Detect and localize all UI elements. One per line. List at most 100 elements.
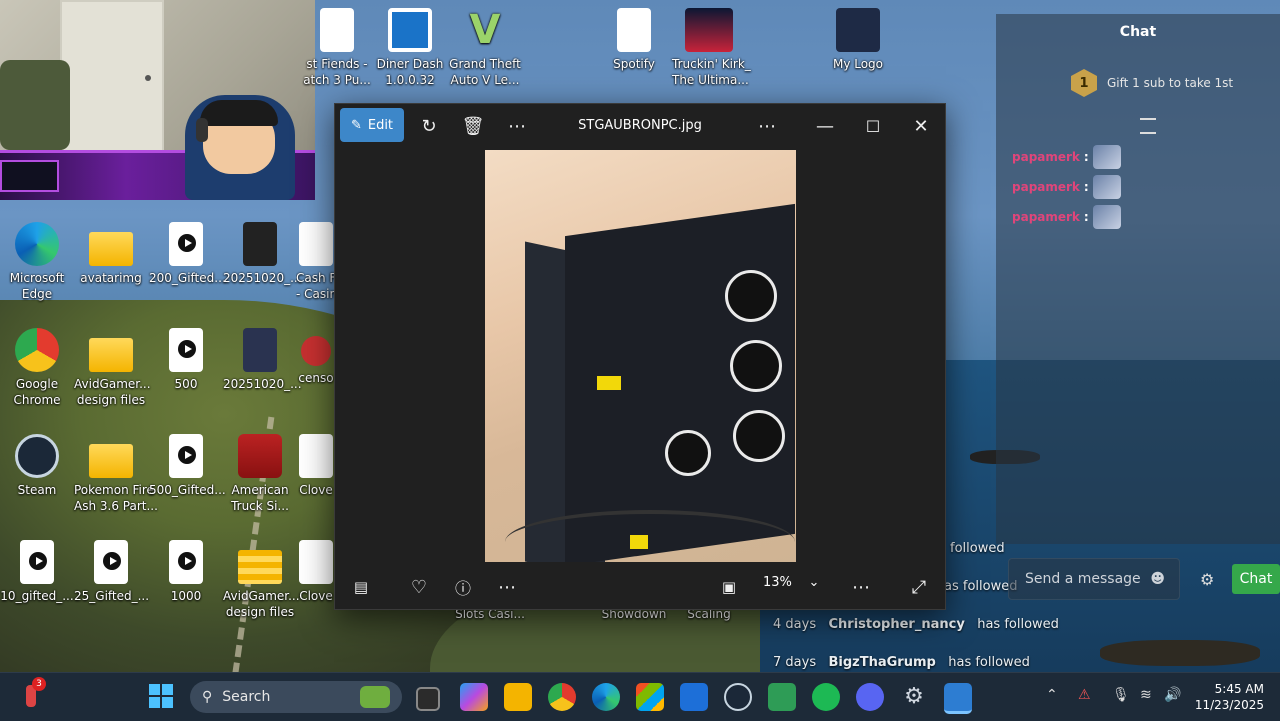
desktop-icon[interactable]: st Fiends - atch 3 Pu... — [300, 8, 374, 88]
edit-button[interactable]: ✎ Edit — [340, 108, 404, 142]
wifi-icon[interactable]: ≋ — [1140, 687, 1152, 703]
chat-message-input[interactable]: Send a message ☻ — [1008, 558, 1180, 600]
desktop-icon[interactable]: censo — [296, 328, 336, 386]
desktop-icon[interactable]: Pokemon Fire Ash 3.6 Part... — [74, 434, 158, 514]
windows-start-icon[interactable] — [148, 683, 176, 711]
desktop-icon[interactable]: American Truck Si... — [223, 434, 297, 514]
desktop-icon[interactable]: Truckin' Kirk_ The Ultima... — [672, 8, 751, 88]
fullscreen-icon[interactable]: ⤢ — [903, 571, 935, 603]
more-options-icon[interactable]: ⋯ — [501, 110, 533, 142]
emoji-icon[interactable]: ☻ — [1150, 571, 1165, 587]
streamer-avatar-hair — [200, 100, 278, 126]
video-file-icon — [169, 328, 203, 372]
desktop-icon[interactable]: Clove — [296, 434, 336, 498]
gta-v-icon: V — [469, 7, 501, 53]
logo-image-icon — [836, 8, 880, 52]
security-alert-icon[interactable]: ⚠ — [1078, 687, 1091, 703]
chat-username[interactable]: papamerk — [1012, 150, 1080, 164]
emote-icon — [1092, 145, 1121, 169]
discord-icon[interactable] — [856, 683, 884, 711]
zoom-level[interactable]: 13% ⌄ — [763, 575, 819, 590]
gift-text: Gift 1 sub to take 1st — [1107, 76, 1234, 90]
desktop-icon[interactable]: 20251020_... — [223, 328, 302, 392]
chrome-icon[interactable] — [548, 683, 576, 711]
file-icon — [299, 540, 333, 584]
steam-icon[interactable] — [724, 683, 752, 711]
settings-gear-icon[interactable]: ⚙ — [900, 683, 928, 711]
desktop-icon[interactable]: Diner Dash 1.0.0.32 — [373, 8, 447, 88]
gift-sub-prompt[interactable]: 1 Gift 1 sub to take 1st — [1071, 69, 1233, 97]
image-file-icon — [243, 328, 277, 372]
video-file-icon — [169, 540, 203, 584]
steam-icon — [15, 434, 59, 478]
microsoft-365-icon[interactable] — [460, 683, 488, 711]
outlook-icon[interactable] — [680, 683, 708, 711]
desktop-icon[interactable]: 20251020_... — [223, 222, 302, 286]
file-icon — [617, 8, 651, 52]
photos-title-bar: ✎ Edit ↻ 🗑 ⋯ STGAUBRONPC.jpg ⋯ — ☐ ✕ — [335, 104, 945, 148]
filmstrip-icon[interactable]: ▤ — [345, 571, 377, 603]
app-notification-icon[interactable]: 3 — [20, 677, 48, 711]
chat-title: Chat — [1119, 24, 1157, 40]
desktop-icon[interactable]: V Grand Theft Auto V Le... — [448, 8, 522, 88]
desktop-icon[interactable]: Cash F - Casin — [296, 222, 336, 302]
webcam-door-knob — [145, 75, 151, 81]
file-icon — [299, 222, 333, 266]
desktop-icon[interactable]: avatarimg — [74, 222, 148, 286]
desktop-icon[interactable]: AvidGamer... design files — [74, 328, 151, 408]
folder-icon — [89, 444, 133, 478]
streaming-app-icon[interactable] — [768, 683, 796, 711]
chat-message: papamerk: — [1012, 205, 1121, 229]
follow-alert: followed — [950, 541, 1005, 556]
minimize-icon[interactable]: — — [809, 110, 841, 142]
more-options-icon[interactable]: ⋯ — [491, 571, 523, 603]
close-icon[interactable]: ✕ — [905, 110, 937, 142]
video-file-icon — [169, 222, 203, 266]
more-options-icon[interactable]: ⋯ — [751, 110, 783, 142]
chrome-icon — [15, 328, 59, 372]
task-view-icon[interactable] — [416, 687, 440, 711]
emote-icon — [1092, 205, 1121, 229]
chat-settings-gear-icon[interactable]: ⚙ — [1200, 570, 1214, 589]
spotify-icon[interactable] — [812, 683, 840, 711]
chevron-up-icon[interactable]: ⌃ — [1046, 687, 1058, 703]
info-icon[interactable]: ⓘ — [447, 571, 479, 603]
rotate-icon[interactable]: ↻ — [413, 110, 445, 142]
desktop-icon[interactable]: 500 — [149, 328, 223, 392]
chat-send-button[interactable]: Chat — [1232, 564, 1280, 594]
desktop-icon[interactable]: Google Chrome — [0, 328, 74, 408]
desktop-icon[interactable]: 25_Gifted_... — [74, 540, 149, 604]
taskbar-search[interactable]: ⚲ Search — [190, 681, 402, 713]
delete-icon[interactable]: 🗑 — [457, 110, 489, 142]
desktop-icon[interactable]: Clove — [296, 540, 336, 604]
chat-username[interactable]: papamerk — [1012, 180, 1080, 194]
desktop-icon[interactable]: My Logo — [821, 8, 895, 72]
desktop-icon[interactable]: 200_Gifted... — [149, 222, 226, 286]
desktop-icon[interactable]: Steam — [0, 434, 74, 498]
favorite-heart-icon[interactable]: ♡ — [403, 571, 435, 603]
maximize-icon[interactable]: ☐ — [857, 110, 889, 142]
edge-icon[interactable] — [592, 683, 620, 711]
photos-app-icon[interactable] — [944, 683, 972, 714]
microsoft-store-icon[interactable] — [636, 683, 664, 711]
taskbar-clock[interactable]: 5:45 AM 11/23/2025 — [1190, 681, 1264, 713]
file-explorer-icon[interactable] — [504, 683, 532, 711]
more-options-icon[interactable]: ⋯ — [845, 571, 877, 603]
microphone-icon[interactable]: 🎙 — [1112, 687, 1130, 703]
desktop-icon[interactable]: Microsoft Edge — [0, 222, 74, 302]
fit-to-window-icon[interactable]: ▣ — [713, 571, 745, 603]
edge-icon — [15, 222, 59, 266]
folder-icon — [89, 338, 133, 372]
chat-username[interactable]: papamerk — [1012, 210, 1080, 224]
chat-panel: Chat 1 Gift 1 sub to take 1st papamerk: … — [996, 14, 1280, 544]
desktop-icon[interactable]: 10_gifted_... — [0, 540, 74, 604]
video-file-icon — [20, 540, 54, 584]
desktop-icon[interactable]: Spotify — [597, 8, 671, 72]
desktop-icon[interactable]: 1000 — [149, 540, 223, 604]
filter-icon[interactable] — [1140, 118, 1156, 134]
desktop-icon[interactable]: AvidGamer... design files — [223, 540, 300, 620]
volume-icon[interactable]: 🔊 — [1164, 687, 1181, 703]
webcam-chair — [0, 60, 70, 150]
desktop-icon[interactable]: 500_Gifted... — [149, 434, 226, 498]
pc-photo[interactable] — [485, 150, 796, 562]
